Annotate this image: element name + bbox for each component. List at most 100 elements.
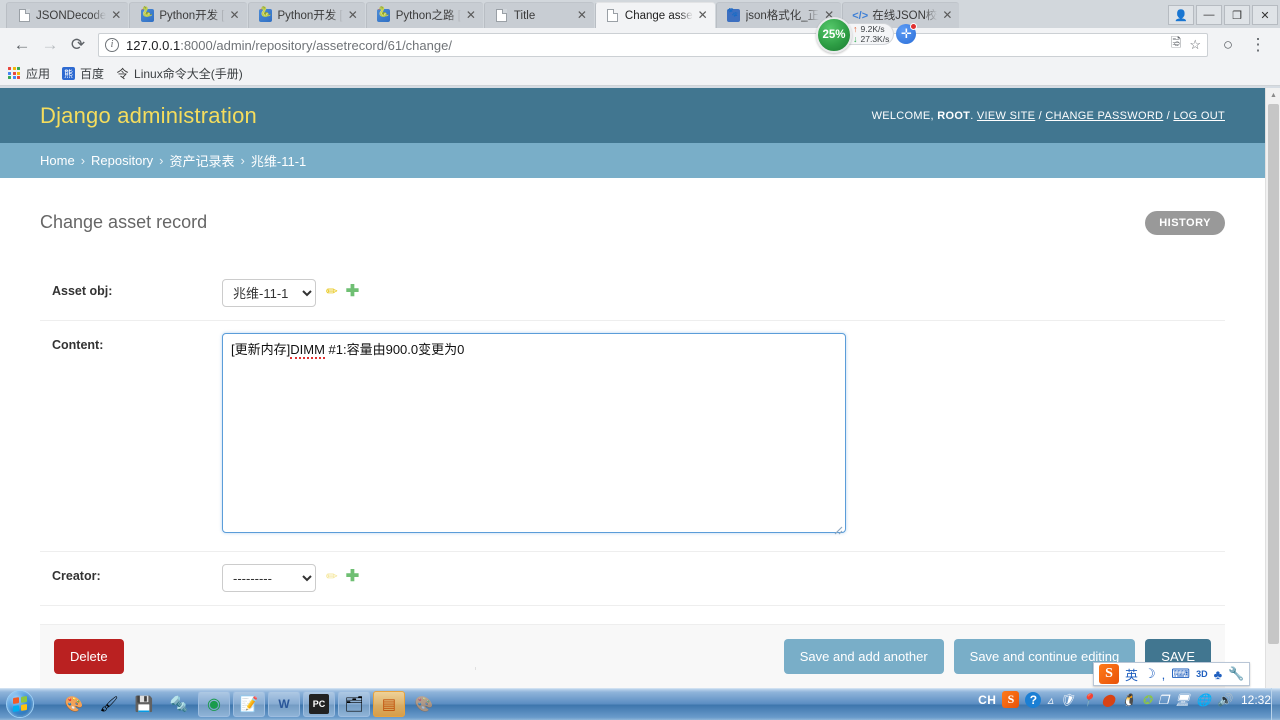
chrome-icon: ◉ [207,696,221,713]
bookmark-star-icon[interactable]: ☆ [1189,37,1201,53]
breadcrumb-home[interactable]: Home [40,153,75,168]
url-path: :8000/admin/repository/assetrecord/61/ch… [180,37,452,53]
taskbar-clock[interactable]: 12:32 [1238,693,1274,707]
taskbar-notepad-app[interactable]: 📝 [233,691,265,717]
start-button[interactable] [6,690,34,718]
input-language-indicator[interactable]: CH [978,693,996,707]
sogou-logo-icon[interactable]: S [1099,664,1119,684]
ime-language-mode[interactable]: 英 [1125,665,1138,684]
back-button[interactable]: ← [8,31,36,59]
user-avatar-icon[interactable]: 👤 [1168,5,1194,25]
netspeed-extension-overlay[interactable]: 25% ↑ 9.2K/s ↓ 27.3K/s ✛ [816,17,918,53]
tab-close-icon[interactable]: ✕ [345,8,361,24]
content-label: Content: [52,338,104,353]
taskbar-tool-app[interactable]: 🔩 [163,691,195,717]
tab-close-icon[interactable]: ✕ [695,8,711,24]
taskbar-chrome-app[interactable]: ◉ [198,691,230,717]
browser-tab-2[interactable]: Python开发 [ ✕ [129,2,247,28]
maximize-button[interactable]: ❐ [1224,5,1250,25]
site-info-icon[interactable]: i [105,38,119,52]
chrome-menu-icon[interactable]: ⋮ [1244,31,1272,59]
taskbar-paint-palette-app[interactable]: 🎨 [58,691,90,717]
scroll-up-arrow-icon[interactable]: ▲ [1266,88,1280,102]
history-button[interactable]: HISTORY [1145,210,1225,235]
tab-close-icon[interactable]: ✕ [939,8,955,24]
browser-tab-6-active[interactable]: Change asse ✕ [594,2,715,28]
net-icon[interactable]: 🌐 [1196,693,1211,707]
monitor-icon[interactable]: 🖥 [1175,693,1190,707]
save-and-add-another-button[interactable]: Save and add another [783,639,944,675]
taskbar-save-disk-app[interactable]: 💾 [128,691,160,717]
wrench-icon[interactable]: 🔧 [1228,666,1244,682]
tab-title: Python开发 [ [159,9,225,22]
browser-tab-5[interactable]: Title ✕ [483,2,594,28]
3d-icon[interactable]: 3D [1196,669,1208,679]
asset-obj-select[interactable]: 兆维-11-1 [222,279,316,308]
bookmark-apps[interactable]: 应用 [8,65,50,82]
bookmark-baidu[interactable]: 熊 百度 [62,65,104,82]
breadcrumb-separator: › [80,153,86,168]
plus-icon[interactable]: ✚ [346,568,359,584]
tab-close-icon[interactable]: ✕ [574,8,590,24]
skin-icon[interactable]: ♣ [1214,667,1223,682]
tab-close-icon[interactable]: ✕ [227,8,243,24]
window-icon[interactable]: ❐ [1158,693,1169,707]
taskbar-explorer-app[interactable]: 🗂 [338,691,370,717]
extension-badge-icon[interactable]: ✛ [896,23,918,44]
sogou-tray-icon[interactable]: S [1002,691,1020,708]
profile-icon[interactable]: ○ [1214,31,1242,59]
sogou-ime-toolbar[interactable]: S 英 ☽ , ⌨ 3D ♣ 🔧 [1093,662,1251,686]
volume-icon[interactable]: 🔊 [1217,693,1232,707]
moon-icon[interactable]: ☽ [1144,666,1156,682]
screen: JSONDecode ✕ Python开发 [ ✕ Python开发 [ ✕ P… [0,0,1280,720]
browser-tab-3[interactable]: Python开发 [ ✕ [247,2,365,28]
content-textarea[interactable] [222,333,846,534]
page-icon [606,9,620,23]
translate-icon[interactable]: 🗟 [1171,34,1181,56]
tab-title: JSONDecode [36,9,107,22]
reload-button[interactable]: ⟳ [64,31,92,59]
record-icon[interactable]: ⬤ [1102,693,1115,707]
taskbar-word-app[interactable]: W [268,691,300,717]
pin-icon[interactable]: 📍 [1081,693,1096,707]
address-bar[interactable]: i 127.0.0.1:8000/admin/repository/assetr… [98,33,1208,57]
browser-tab-4[interactable]: Python之路 [ ✕ [365,2,483,28]
bookmark-linux-manual[interactable]: 令 Linux命令大全(手册) [116,65,243,82]
pencil-icon[interactable]: ✏ [326,283,338,300]
breadcrumb-repository[interactable]: Repository [91,153,153,168]
taskbar-active-window-app[interactable]: ▤ [373,691,405,717]
upload-arrow-icon: ↑ [853,24,858,34]
browser-tab-1[interactable]: JSONDecode ✕ [6,2,129,28]
forward-button[interactable]: → [36,31,64,59]
view-site-link[interactable]: VIEW SITE [977,110,1035,122]
scrollbar-thumb[interactable] [1268,104,1279,644]
tab-title: 在线JSON校 [872,9,938,22]
shield-icon[interactable]: 🛡 [1059,693,1074,707]
close-button[interactable]: ✕ [1252,5,1278,25]
minimize-button[interactable]: — [1196,5,1222,25]
breadcrumb-asset-record-table[interactable]: 资产记录表 [170,151,235,170]
help-tray-icon[interactable]: ? [1025,691,1042,708]
change-password-link[interactable]: CHANGE PASSWORD [1045,110,1163,122]
bookmarks-bar: 应用 熊 百度 令 Linux命令大全(手册) [0,62,1280,86]
folder-icon: 🗂 [344,696,364,713]
taskbar-secondary-app[interactable]: 🎨 [408,691,440,717]
update-icon[interactable]: ✪ [1142,693,1152,707]
tab-close-icon[interactable]: ✕ [463,8,479,24]
palette-icon: 🎨 [64,696,84,713]
tray-overflow-icon[interactable]: ▵ [1047,693,1053,707]
qq-icon[interactable]: 🐧 [1121,693,1136,707]
tab-close-icon[interactable]: ✕ [108,8,124,24]
python-icon [377,7,391,23]
log-out-link[interactable]: LOG OUT [1173,110,1225,122]
keyboard-icon[interactable]: ⌨ [1171,666,1190,682]
creator-select[interactable]: --------- [222,564,316,593]
taskbar-pycharm-app[interactable]: PC [303,691,335,717]
submit-row: Delete Save and add another Save and con… [40,624,1225,688]
page-scrollbar[interactable]: ▲ [1265,88,1280,688]
comma-icon[interactable]: , [1162,667,1166,682]
netspeed-pill[interactable]: 25% ↑ 9.2K/s ↓ 27.3K/s [816,17,895,53]
delete-button[interactable]: Delete [54,639,124,675]
taskbar-color-tool-app[interactable]: 🖌 [93,691,125,717]
plus-icon[interactable]: ✚ [346,283,359,299]
